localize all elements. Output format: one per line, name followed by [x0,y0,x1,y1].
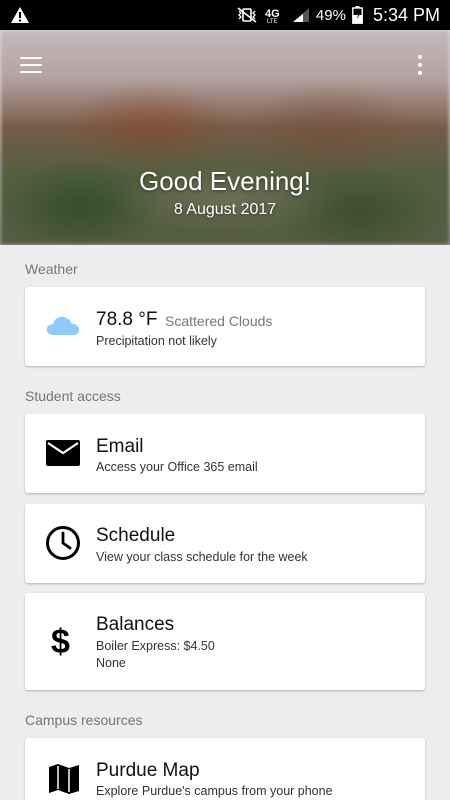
balances-boiler-express: Boiler Express: $4.50 [96,639,215,653]
balances-other: None [96,656,126,670]
hamburger-menu-icon[interactable] [20,52,50,78]
battery-percent: 49% [315,6,346,24]
status-time: 5:34 PM [372,4,440,25]
schedule-card-subtitle: View your class schedule for the week [96,550,308,564]
purdue-map-card[interactable]: Purdue Map Explore Purdue's campus from … [25,738,425,800]
clock-icon [45,525,81,566]
campus-resources-section-title: Campus resources [25,712,143,728]
balances-card-title: Balances [96,614,175,635]
vibrate-mute-icon [236,6,258,24]
current-date: 8 August 2017 [173,201,277,218]
weather-section-title: Weather [25,261,78,277]
svg-text:$: $ [51,623,70,661]
svg-text:LTE: LTE [267,19,278,24]
network-4g-lte-icon: 4G LTE [264,6,286,24]
battery-icon [352,6,363,24]
email-card-subtitle: Access your Office 365 email [96,460,258,474]
email-card-title: Email [96,436,144,457]
weather-precipitation: Precipitation not likely [96,334,217,348]
overflow-menu-icon[interactable] [410,52,430,78]
balances-card[interactable]: $ Balances Boiler Express: $4.50 None [25,593,425,690]
weather-temperature: 78.8 °F [96,309,158,330]
cloud-icon [45,313,81,342]
dollar-icon: $ [47,621,79,666]
signal-strength-icon [292,7,310,23]
schedule-card[interactable]: Schedule View your class schedule for th… [25,504,425,583]
schedule-card-title: Schedule [96,525,176,546]
greeting-title: Good Evening! [138,166,311,196]
purdue-map-subtitle: Explore Purdue's campus from your phone [96,784,333,798]
warning-icon [10,6,30,24]
weather-card[interactable]: 78.8 °F Scattered Clouds Precipitation n… [25,287,425,366]
map-icon [47,762,81,800]
purdue-map-title: Purdue Map [96,760,200,781]
weather-condition: Scattered Clouds [165,313,273,329]
status-bar: 4G LTE 49% 5:34 PM [0,0,450,30]
student-access-section-title: Student access [25,388,121,404]
hero-header: Good Evening! 8 August 2017 [0,30,450,245]
email-icon [45,439,81,472]
email-card[interactable]: Email Access your Office 365 email [25,414,425,493]
